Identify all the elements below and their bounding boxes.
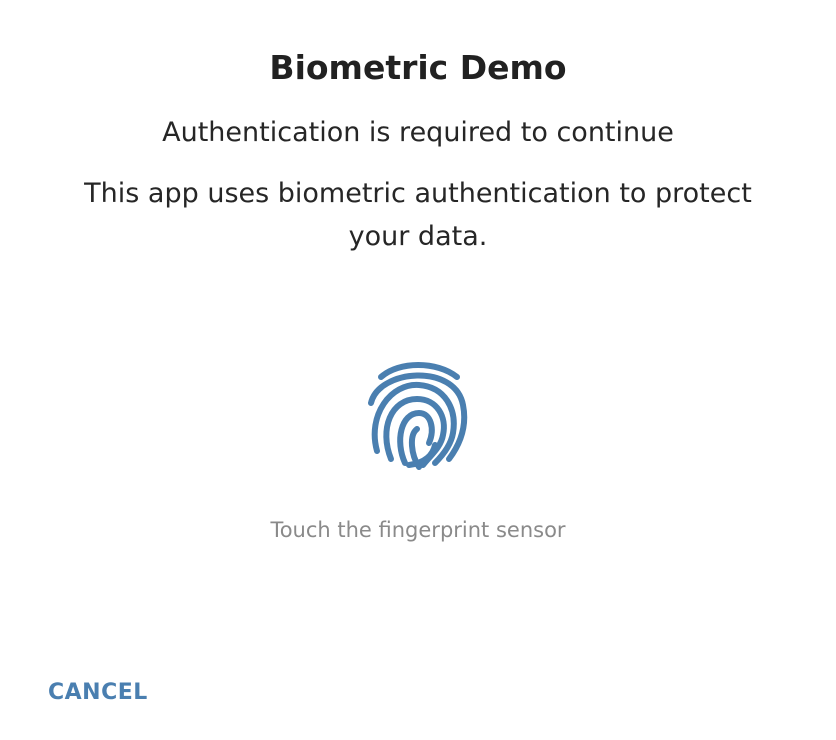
biometric-prompt-dialog: Biometric Demo Authentication is require…	[0, 0, 836, 740]
fingerprint-icon	[365, 355, 471, 475]
dialog-description: This app uses biometric authentication t…	[84, 178, 752, 252]
fingerprint-hint: Touch the fingerprint sensor	[270, 518, 566, 542]
dialog-title: Biometric Demo	[269, 48, 567, 87]
cancel-button[interactable]: CANCEL	[30, 668, 166, 718]
dialog-subtitle: Authentication is required to continue	[162, 117, 674, 148]
